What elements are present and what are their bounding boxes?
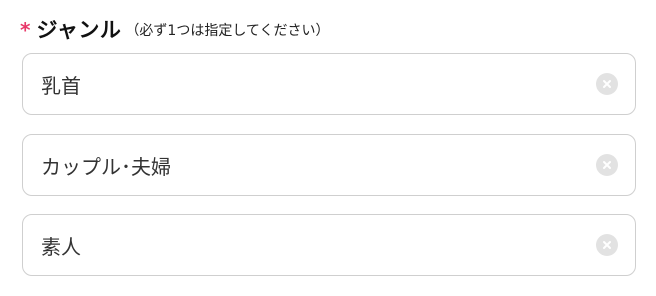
genre-field-3[interactable]: 素人 xyxy=(22,214,636,276)
clear-button[interactable] xyxy=(596,73,618,95)
close-icon xyxy=(603,161,611,169)
genre-value: 乳首 xyxy=(41,73,81,98)
close-icon xyxy=(603,241,611,249)
genre-value: カップル･夫婦 xyxy=(41,154,171,179)
genre-field-2[interactable]: カップル･夫婦 xyxy=(22,134,636,196)
genre-label: ジャンル xyxy=(36,18,122,42)
close-icon xyxy=(603,80,611,88)
genre-label-row: * ジャンル （必ず1つは指定してください） xyxy=(20,14,330,44)
required-mark: * xyxy=(20,18,31,42)
clear-button[interactable] xyxy=(596,234,618,256)
genre-value: 素人 xyxy=(41,234,81,259)
genre-hint: （必ず1つは指定してください） xyxy=(125,23,330,39)
genre-field-1[interactable]: 乳首 xyxy=(22,53,636,115)
clear-button[interactable] xyxy=(596,154,618,176)
genre-form: * ジャンル （必ず1つは指定してください） 乳首 カップル･夫婦 素人 xyxy=(0,0,656,296)
